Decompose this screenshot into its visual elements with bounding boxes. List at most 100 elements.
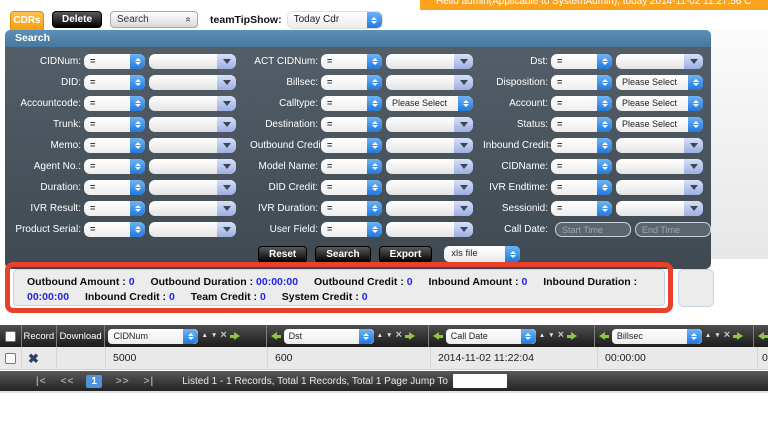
sort-desc-icon[interactable]: ▼ (714, 333, 720, 340)
move-column-left-icon[interactable] (757, 332, 768, 341)
move-column-left-icon[interactable] (432, 332, 443, 341)
select-all-checkbox[interactable] (5, 331, 16, 342)
move-column-left-icon[interactable] (270, 332, 281, 341)
summary-value: 00:00:00 (27, 291, 69, 303)
value-combo[interactable] (149, 222, 236, 237)
operator-select[interactable]: = (551, 54, 612, 69)
operator-select[interactable]: = (84, 201, 145, 216)
sort-desc-icon[interactable]: ▼ (211, 333, 217, 340)
column-select[interactable]: Billsec (612, 329, 702, 344)
search-collapse-dropdown[interactable]: Search » (110, 11, 198, 28)
move-column-right-icon[interactable] (567, 332, 578, 341)
summary-item: System Credit : 0 (282, 291, 381, 303)
sort-asc-icon[interactable]: ▲ (705, 333, 711, 340)
operator-select[interactable]: = (84, 96, 145, 111)
remove-column-icon[interactable]: × (724, 330, 730, 341)
operator-select[interactable]: = (84, 117, 145, 132)
sort-desc-icon[interactable]: ▼ (548, 333, 554, 340)
operator-select[interactable]: = (551, 159, 612, 174)
row-checkbox[interactable] (5, 353, 16, 364)
value-combo[interactable] (616, 54, 703, 69)
operator-select[interactable]: = (321, 117, 382, 132)
value-select[interactable]: Please Select (616, 117, 703, 132)
team-tip-select[interactable]: Today Cdr (288, 12, 382, 28)
value-combo[interactable] (386, 180, 473, 195)
stepper-icon (688, 117, 703, 132)
value-combo[interactable] (149, 201, 236, 216)
operator-select[interactable]: = (321, 138, 382, 153)
operator-select[interactable]: = (321, 201, 382, 216)
column-select[interactable]: CIDNum (108, 329, 198, 344)
remove-column-icon[interactable]: × (558, 330, 564, 341)
prev-page-button[interactable]: << (61, 376, 75, 387)
end-time-input[interactable] (635, 222, 711, 237)
operator-select[interactable]: = (551, 75, 612, 90)
sort-asc-icon[interactable]: ▲ (201, 333, 207, 340)
value-combo[interactable] (386, 54, 473, 69)
operator-select[interactable]: = (551, 117, 612, 132)
next-page-button[interactable]: >> (116, 376, 130, 387)
move-column-right-icon[interactable] (405, 332, 416, 341)
first-page-button[interactable]: |< (36, 376, 47, 387)
delete-record-icon[interactable]: ✖ (28, 352, 39, 365)
value-combo[interactable] (616, 159, 703, 174)
start-time-input[interactable] (555, 222, 631, 237)
value-combo[interactable] (386, 138, 473, 153)
operator-select[interactable]: = (551, 138, 612, 153)
value-combo[interactable] (149, 117, 236, 132)
search-button[interactable]: Search (315, 246, 370, 263)
remove-column-icon[interactable]: × (220, 330, 226, 341)
move-column-right-icon[interactable] (230, 332, 241, 341)
column-select[interactable]: Dst (284, 329, 374, 344)
operator-select[interactable]: = (84, 54, 145, 69)
tab-cdrs[interactable]: CDRs (10, 11, 44, 30)
operator-select[interactable]: = (321, 180, 382, 195)
sort-asc-icon[interactable]: ▲ (377, 333, 383, 340)
value-select[interactable]: Please Select (616, 75, 703, 90)
move-column-right-icon[interactable] (733, 332, 744, 341)
operator-select[interactable]: = (321, 96, 382, 111)
jump-to-input[interactable] (453, 374, 507, 388)
operator-select[interactable]: = (321, 159, 382, 174)
remove-column-icon[interactable]: × (395, 330, 401, 341)
value-combo[interactable] (386, 75, 473, 90)
value-combo[interactable] (616, 180, 703, 195)
stepper-icon (597, 117, 612, 132)
value-combo[interactable] (386, 117, 473, 132)
value-combo[interactable] (149, 75, 236, 90)
reset-button[interactable]: Reset (258, 246, 307, 263)
value-combo[interactable] (616, 138, 703, 153)
operator-select[interactable]: = (84, 138, 145, 153)
stepper-icon (687, 329, 702, 344)
operator-select[interactable]: = (84, 75, 145, 90)
move-column-left-icon[interactable] (598, 332, 609, 341)
column-select[interactable]: Call Date (446, 329, 536, 344)
operator-select[interactable]: = (84, 222, 145, 237)
value-combo[interactable] (149, 138, 236, 153)
operator-select[interactable]: = (321, 54, 382, 69)
sort-asc-icon[interactable]: ▲ (539, 333, 545, 340)
value-select[interactable]: Please Select (616, 96, 703, 111)
delete-button[interactable]: Delete (52, 11, 102, 28)
operator-select[interactable]: = (551, 96, 612, 111)
value-combo[interactable] (149, 180, 236, 195)
value-combo[interactable] (616, 201, 703, 216)
last-page-button[interactable]: >| (144, 376, 155, 387)
field-label: DID: (5, 77, 84, 88)
export-format-select[interactable]: xls file (444, 246, 520, 262)
sort-desc-icon[interactable]: ▼ (386, 333, 392, 340)
operator-select[interactable]: = (321, 222, 382, 237)
operator-select[interactable]: = (84, 159, 145, 174)
value-combo[interactable] (149, 54, 236, 69)
operator-select[interactable]: = (84, 180, 145, 195)
export-button[interactable]: Export (379, 246, 433, 263)
value-combo[interactable] (386, 159, 473, 174)
operator-select[interactable]: = (321, 75, 382, 90)
operator-select[interactable]: = (551, 201, 612, 216)
value-combo[interactable] (386, 222, 473, 237)
value-select[interactable]: Please Select (386, 96, 473, 111)
value-combo[interactable] (386, 201, 473, 216)
operator-select[interactable]: = (551, 180, 612, 195)
value-combo[interactable] (149, 96, 236, 111)
value-combo[interactable] (149, 159, 236, 174)
